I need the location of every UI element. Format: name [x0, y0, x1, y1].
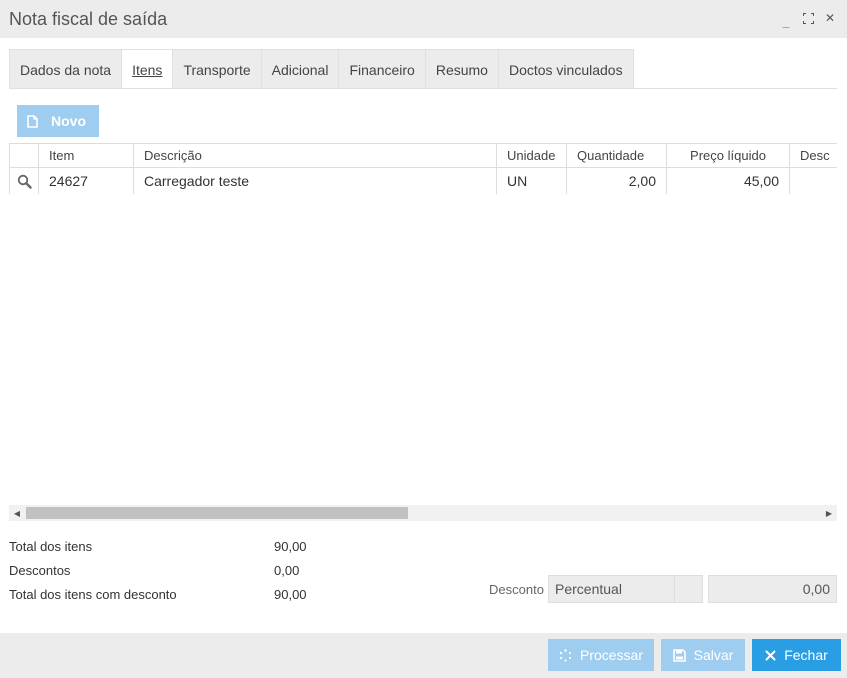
- tab-label: Adicional: [271, 62, 329, 78]
- grid-header: Item Descrição Unidade Quantidade Preço …: [9, 143, 837, 168]
- scroll-right-icon[interactable]: ▶: [821, 505, 837, 521]
- select-divider: [674, 576, 675, 602]
- minimize-button[interactable]: _: [779, 11, 793, 28]
- close-button[interactable]: ✕: [823, 11, 837, 25]
- salvar-button[interactable]: Salvar: [661, 639, 745, 671]
- salvar-label: Salvar: [693, 647, 734, 663]
- tab-transporte[interactable]: Transporte: [172, 49, 261, 89]
- header-cell-preco-liquido[interactable]: Preço líquido: [667, 144, 790, 167]
- window-title: Nota fiscal de saída: [9, 9, 168, 29]
- tab-label: Resumo: [435, 62, 488, 78]
- total-itens-label: Total dos itens: [9, 538, 93, 554]
- maximize-icon: [802, 12, 814, 24]
- descontos-value: 0,00: [274, 562, 300, 578]
- close-icon: [765, 650, 776, 660]
- header-cell-item[interactable]: Item: [39, 144, 134, 167]
- scrollbar-thumb[interactable]: [26, 507, 408, 519]
- descontos-label: Descontos: [9, 562, 71, 578]
- tab-financeiro[interactable]: Financeiro: [338, 49, 425, 89]
- tab-label: Dados da nota: [20, 62, 112, 78]
- header-cell-quantidade[interactable]: Quantidade: [567, 144, 667, 167]
- table-row[interactable]: 24627 Carregador teste UN 2,00 45,00: [9, 168, 837, 194]
- tab-label: Doctos vinculados: [508, 62, 623, 78]
- spinner-icon: [559, 648, 571, 661]
- window-controls: _ ✕: [779, 11, 837, 28]
- header-cell-descricao[interactable]: Descrição: [134, 144, 497, 167]
- desconto-value-field[interactable]: 0,00: [708, 575, 837, 603]
- save-icon: [672, 648, 686, 662]
- items-grid: Item Descrição Unidade Quantidade Preço …: [9, 143, 837, 195]
- maximize-button[interactable]: [801, 11, 815, 25]
- tab-dados-da-nota[interactable]: Dados da nota: [9, 49, 122, 89]
- desconto-type-value: Percentual: [555, 581, 622, 597]
- horizontal-scrollbar[interactable]: ◀ ▶: [9, 505, 837, 521]
- header-cell-unidade[interactable]: Unidade: [497, 144, 567, 167]
- novo-button[interactable]: Novo: [17, 105, 99, 137]
- tab-label: Itens: [132, 62, 163, 78]
- tab-label: Transporte: [183, 62, 251, 78]
- cell-descricao: Carregador teste: [134, 168, 497, 194]
- cell-preco-liquido: 45,00: [667, 168, 790, 194]
- search-icon: [17, 174, 32, 189]
- novo-label: Novo: [51, 113, 86, 129]
- document-icon: [27, 114, 38, 128]
- tab-doctos-vinculados[interactable]: Doctos vinculados: [497, 49, 634, 89]
- desconto-label: Desconto: [489, 582, 544, 597]
- header-cell-desconto[interactable]: Desc: [790, 144, 837, 167]
- cell-unidade: UN: [497, 168, 567, 194]
- total-com-desconto-label: Total dos itens com desconto: [9, 586, 177, 602]
- descontos-row: Descontos 0,00: [9, 558, 314, 582]
- header-cell-actions: [9, 144, 39, 167]
- total-itens-row: Total dos itens 90,00: [9, 534, 314, 558]
- totals-panel: Total dos itens 90,00 Descontos 0,00 Tot…: [9, 534, 314, 606]
- tab-label: Financeiro: [349, 62, 415, 78]
- tab-itens[interactable]: Itens: [121, 49, 173, 89]
- tab-adicional[interactable]: Adicional: [260, 49, 339, 89]
- total-com-desconto-value: 90,00: [274, 586, 307, 602]
- cell-item: 24627: [39, 168, 134, 194]
- cell-desconto: [790, 168, 837, 194]
- processar-label: Processar: [579, 647, 644, 663]
- cell-quantidade: 2,00: [567, 168, 667, 194]
- scroll-left-icon[interactable]: ◀: [9, 505, 25, 521]
- window-titlebar: Nota fiscal de saída _ ✕: [0, 0, 847, 38]
- total-com-desconto-row: Total dos itens com desconto 90,00: [9, 582, 314, 606]
- tabs-divider: [9, 88, 837, 89]
- processar-button[interactable]: Processar: [548, 639, 654, 671]
- fechar-button[interactable]: Fechar: [752, 639, 841, 671]
- total-itens-value: 90,00: [274, 538, 307, 554]
- tab-bar: Dados da nota Itens Transporte Adicional…: [9, 49, 634, 89]
- view-item-button[interactable]: [9, 168, 39, 194]
- fechar-label: Fechar: [784, 647, 828, 663]
- tab-resumo[interactable]: Resumo: [424, 49, 498, 89]
- desconto-type-select[interactable]: Percentual: [548, 575, 703, 603]
- dialog-footer: Processar Salvar Fechar: [0, 633, 847, 678]
